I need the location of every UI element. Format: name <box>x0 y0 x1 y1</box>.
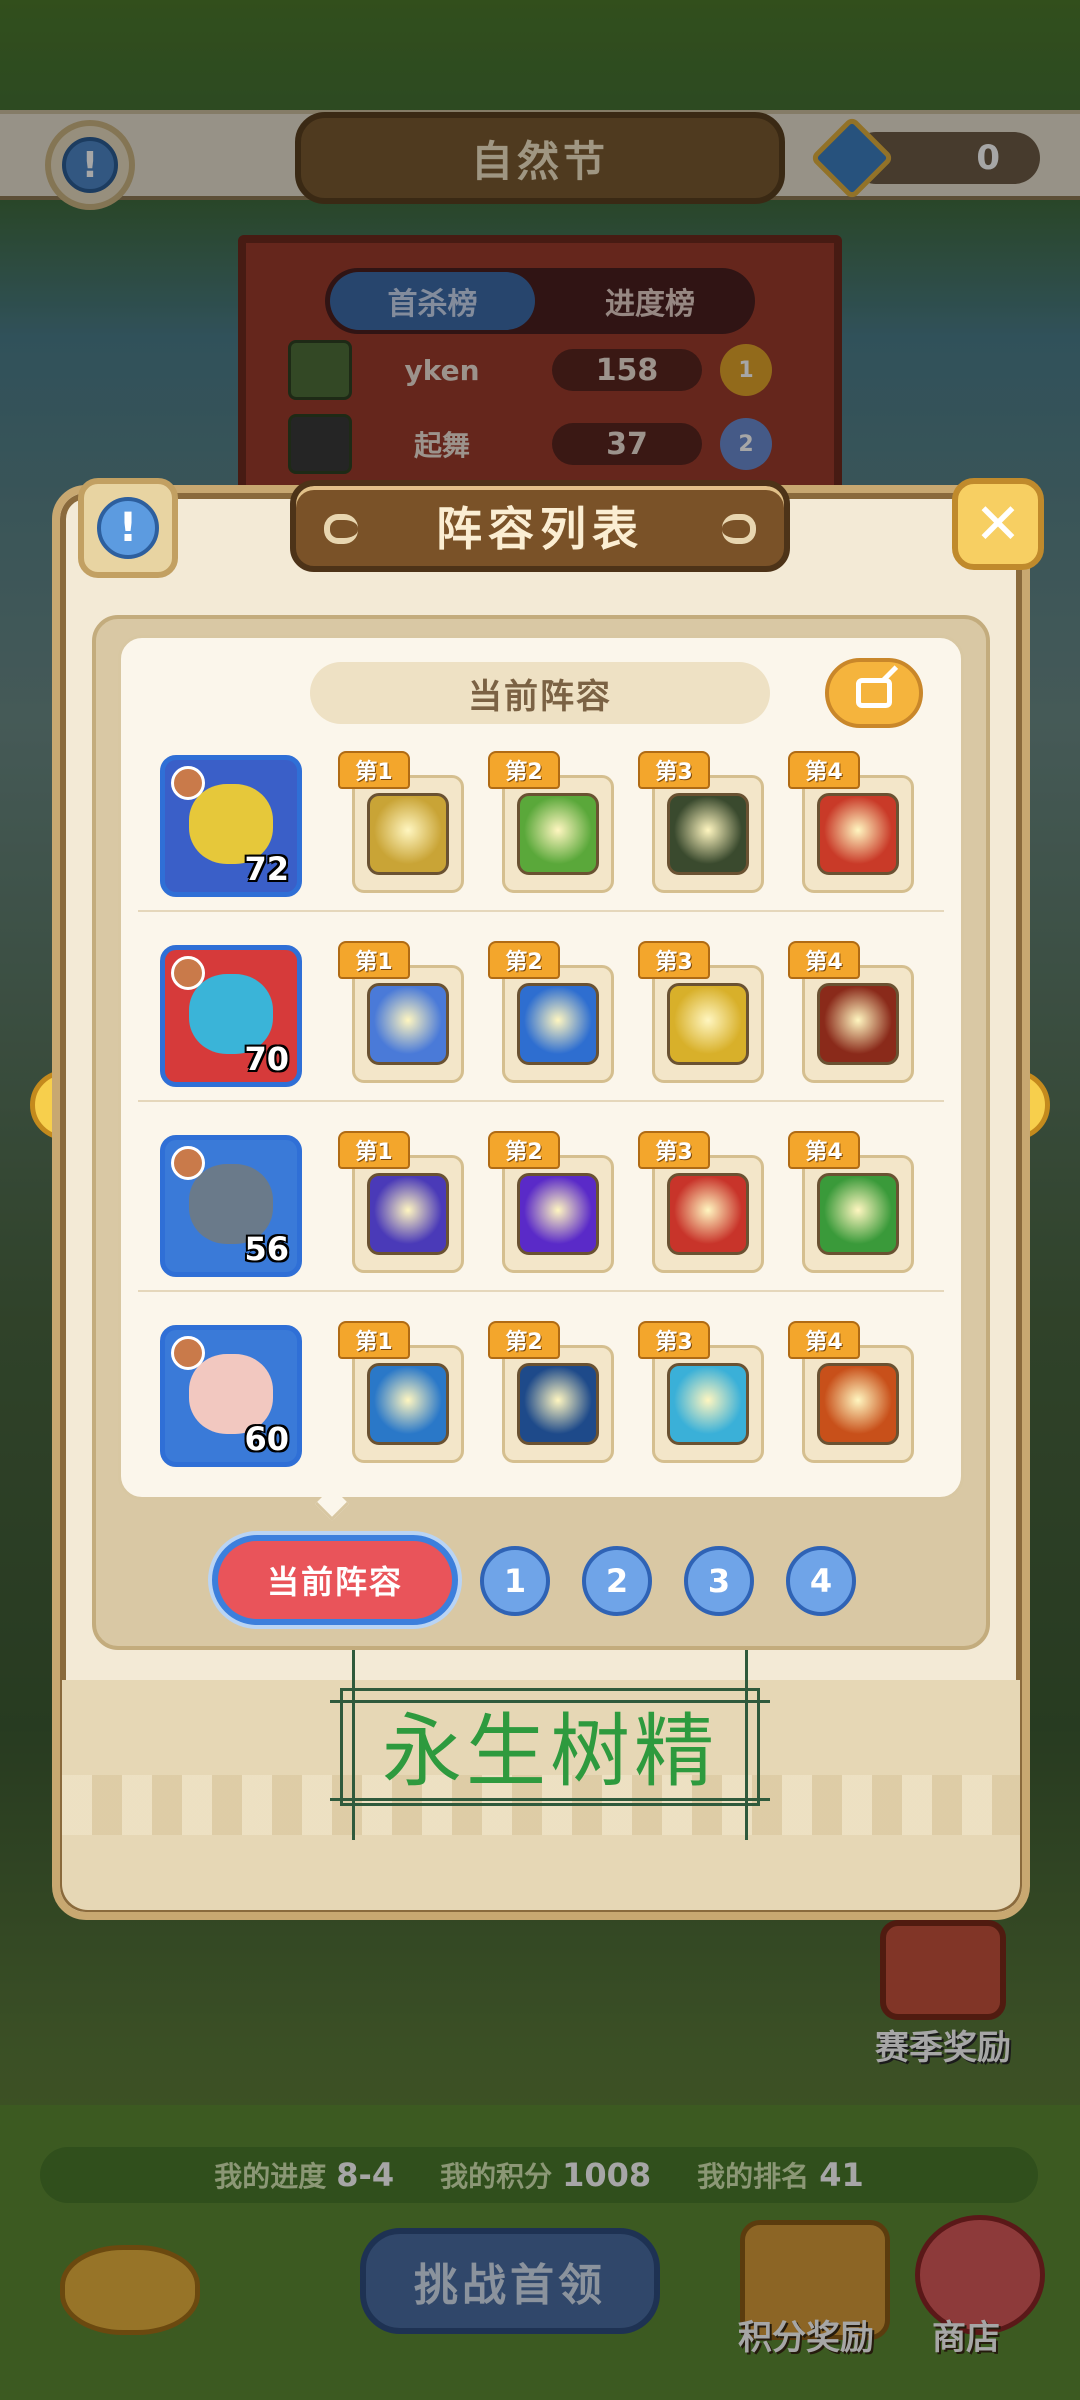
sprout-icon <box>817 1173 899 1255</box>
slot-order-tag: 第2 <box>488 1321 560 1359</box>
page-2-button[interactable]: 2 <box>582 1546 652 1616</box>
share-icon <box>856 678 892 708</box>
skill-slot[interactable] <box>352 775 464 893</box>
row-divider <box>138 1100 944 1102</box>
hero-portrait[interactable]: 70 <box>160 945 302 1087</box>
lineup-info-button[interactable]: ! <box>78 478 178 578</box>
slot-order-tag: 第4 <box>788 941 860 979</box>
slot-order-tag: 第4 <box>788 1321 860 1359</box>
slot-order-tag: 第2 <box>488 751 560 789</box>
skill-slot[interactable] <box>652 1155 764 1273</box>
lion-warrior-icon <box>367 983 449 1065</box>
modal-title: 阵容列表 <box>436 502 644 556</box>
angry-face-icon <box>817 793 899 875</box>
skill-slot[interactable] <box>352 1155 464 1273</box>
slot-order-tag: 第1 <box>338 1321 410 1359</box>
boss-name: 永生树精 <box>382 1705 718 1798</box>
paw-icon <box>667 1173 749 1255</box>
info-icon: ! <box>97 497 159 559</box>
skill-slot[interactable] <box>652 965 764 1083</box>
modal-title-plate: 阵容列表 <box>290 480 790 572</box>
slot-order-tag: 第3 <box>638 1321 710 1359</box>
star-shield-icon <box>517 793 599 875</box>
close-button[interactable]: ✕ <box>952 478 1044 570</box>
slot-order-tag: 第1 <box>338 751 410 789</box>
chevron-left-icon <box>324 514 358 544</box>
hero-class-icon <box>171 766 205 800</box>
skill-slot[interactable] <box>802 965 914 1083</box>
sword-strike-icon <box>367 1363 449 1445</box>
hero-portrait[interactable]: 72 <box>160 755 302 897</box>
stamp-line <box>352 1650 355 1840</box>
slot-order-tag: 第2 <box>488 941 560 979</box>
hero-class-icon <box>171 1146 205 1180</box>
slot-order-tag: 第3 <box>638 941 710 979</box>
page-current-lineup[interactable]: 当前阵容 <box>212 1535 458 1625</box>
slot-order-tag: 第1 <box>338 941 410 979</box>
slot-order-tag: 第4 <box>788 751 860 789</box>
row-divider <box>138 910 944 912</box>
beast-icon <box>667 983 749 1065</box>
slot-order-tag: 第4 <box>788 1131 860 1169</box>
share-button[interactable] <box>825 658 923 728</box>
skill-slot[interactable] <box>502 1345 614 1463</box>
close-icon: ✕ <box>974 491 1022 557</box>
skill-slot[interactable] <box>352 1345 464 1463</box>
skill-slot[interactable] <box>502 775 614 893</box>
hero-class-icon <box>171 1336 205 1370</box>
spear-icon <box>517 983 599 1065</box>
boss-name-stamp: 永生树精 <box>330 1650 770 1840</box>
skill-slot[interactable] <box>352 965 464 1083</box>
ice-weapon-icon <box>667 1363 749 1445</box>
skill-slot[interactable] <box>652 775 764 893</box>
skill-slot[interactable] <box>802 1345 914 1463</box>
slot-order-tag: 第3 <box>638 751 710 789</box>
skill-slot[interactable] <box>802 775 914 893</box>
skill-slot[interactable] <box>502 965 614 1083</box>
page-3-button[interactable]: 3 <box>684 1546 754 1616</box>
page-1-button[interactable]: 1 <box>480 1546 550 1616</box>
fire-icon <box>817 1363 899 1445</box>
hero-level: 56 <box>244 1230 289 1268</box>
skill-slot[interactable] <box>502 1155 614 1273</box>
magic-circle-icon <box>517 1173 599 1255</box>
slot-order-tag: 第1 <box>338 1131 410 1169</box>
skill-slot[interactable] <box>652 1345 764 1463</box>
hero-level: 72 <box>244 850 289 888</box>
skill-slot[interactable] <box>802 1155 914 1273</box>
page-4-button[interactable]: 4 <box>786 1546 856 1616</box>
hero-level: 70 <box>244 1040 289 1078</box>
current-lineup-label: 当前阵容 <box>310 662 770 724</box>
eye-bowl-icon <box>817 983 899 1065</box>
hero-portrait[interactable]: 60 <box>160 1325 302 1467</box>
dark-armor-icon <box>667 793 749 875</box>
chevron-right-icon <box>722 514 756 544</box>
hero-class-icon <box>171 956 205 990</box>
row-divider <box>138 1290 944 1292</box>
slot-order-tag: 第2 <box>488 1131 560 1169</box>
hero-portrait[interactable]: 56 <box>160 1135 302 1277</box>
comet-icon <box>367 1173 449 1255</box>
shield-icon <box>367 793 449 875</box>
slot-order-tag: 第3 <box>638 1131 710 1169</box>
mask-icon <box>517 1363 599 1445</box>
stamp-line <box>745 1650 748 1840</box>
hero-level: 60 <box>244 1420 289 1458</box>
